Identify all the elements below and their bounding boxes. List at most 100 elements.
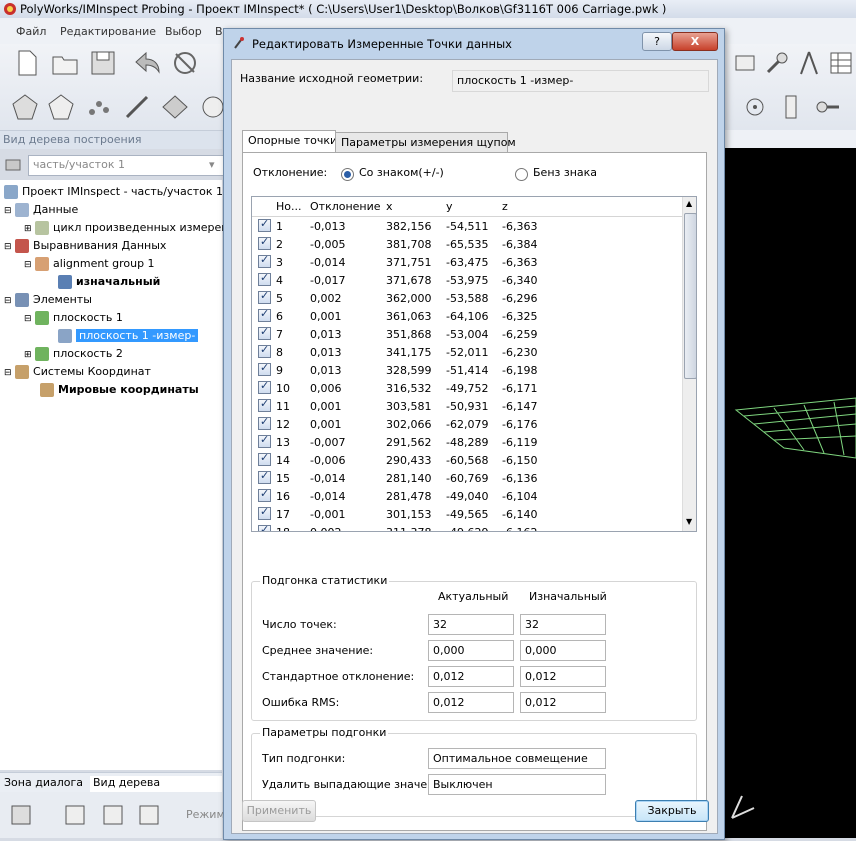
table-row[interactable]: 12 0,001 302,066 -62,079 -6,176 bbox=[252, 415, 682, 433]
table-row[interactable]: 15 -0,014 281,140 -60,769 -6,136 bbox=[252, 469, 682, 487]
stats-mean-initial: 0,000 bbox=[520, 640, 606, 661]
col-y[interactable]: y bbox=[446, 200, 453, 213]
tree-item-coordinate-systems[interactable]: ⊟ Системы Координат bbox=[4, 365, 151, 381]
radio-signed[interactable] bbox=[341, 168, 354, 181]
col-no[interactable]: Но... bbox=[276, 200, 302, 213]
menu-view[interactable]: В bbox=[215, 25, 223, 38]
table-row[interactable]: 14 -0,006 290,433 -60,568 -6,150 bbox=[252, 451, 682, 469]
col-deviation[interactable]: Отклонение bbox=[310, 200, 381, 213]
cell-no: 10 bbox=[276, 382, 290, 395]
table-row[interactable]: 9 0,013 328,599 -51,414 -6,198 bbox=[252, 361, 682, 379]
row-checkbox[interactable] bbox=[258, 523, 271, 531]
row-checkbox[interactable] bbox=[258, 271, 271, 286]
row-checkbox[interactable] bbox=[258, 451, 271, 466]
probe-icon[interactable] bbox=[730, 48, 760, 78]
row-checkbox[interactable] bbox=[258, 361, 271, 376]
table-row[interactable]: 18 0,002 311,378 -49,629 -6,162 bbox=[252, 523, 682, 531]
tab-dialog-zone[interactable]: Зона диалога bbox=[4, 776, 83, 789]
tree-item-data[interactable]: ⊟ Данные bbox=[4, 203, 78, 219]
col-x[interactable]: x bbox=[386, 200, 393, 213]
scroll-up-icon[interactable]: ▲ bbox=[686, 199, 692, 208]
table-icon[interactable] bbox=[826, 48, 856, 78]
row-checkbox[interactable] bbox=[258, 415, 271, 430]
tree-item-plane-1-measured[interactable]: плоскость 1 -измер- bbox=[58, 329, 199, 345]
table-row[interactable]: 4 -0,017 371,678 -53,975 -6,340 bbox=[252, 271, 682, 289]
open-folder-icon[interactable] bbox=[50, 48, 80, 78]
row-checkbox[interactable] bbox=[258, 307, 271, 322]
report-mode-icon[interactable] bbox=[134, 800, 164, 830]
apply-button[interactable]: Применить bbox=[242, 800, 316, 822]
edit-mode-icon[interactable] bbox=[60, 800, 90, 830]
row-checkbox[interactable] bbox=[258, 487, 271, 502]
tree-item-alignments[interactable]: ⊟ Выравнивания Данных bbox=[4, 239, 166, 255]
save-icon[interactable] bbox=[88, 48, 118, 78]
tree-item-initial[interactable]: изначальный bbox=[58, 275, 160, 291]
tree-item-alignment-group[interactable]: ⊟ alignment group 1 bbox=[24, 257, 155, 273]
row-checkbox[interactable] bbox=[258, 469, 271, 484]
compass-icon[interactable] bbox=[794, 48, 824, 78]
key-icon[interactable] bbox=[812, 92, 842, 122]
tree-item-project[interactable]: Проект IMInspect - часть/участок 1 bbox=[4, 185, 223, 201]
plane-icon[interactable] bbox=[160, 92, 190, 122]
undo-icon[interactable] bbox=[132, 48, 162, 78]
menu-select[interactable]: Выбор bbox=[165, 25, 202, 38]
radio-unsigned[interactable] bbox=[515, 168, 528, 181]
cell-no: 17 bbox=[276, 508, 290, 521]
row-checkbox[interactable] bbox=[258, 253, 271, 268]
stats-point-count-label: Число точек: bbox=[262, 618, 337, 631]
row-checkbox[interactable] bbox=[258, 433, 271, 448]
measure-tool-2-icon[interactable] bbox=[46, 92, 76, 122]
3d-viewport[interactable] bbox=[724, 148, 856, 838]
probe-mode-icon[interactable] bbox=[6, 800, 36, 830]
table-row[interactable]: 17 -0,001 301,153 -49,565 -6,140 bbox=[252, 505, 682, 523]
tool-mode-icon[interactable] bbox=[98, 800, 128, 830]
table-row[interactable]: 2 -0,005 381,708 -65,535 -6,384 bbox=[252, 235, 682, 253]
grid-scrollbar[interactable]: ▲ ▼ bbox=[682, 197, 696, 531]
row-checkbox[interactable] bbox=[258, 217, 271, 232]
row-checkbox[interactable] bbox=[258, 505, 271, 520]
row-checkbox[interactable] bbox=[258, 379, 271, 394]
tree-item-plane-1[interactable]: ⊟ плоскость 1 bbox=[24, 311, 123, 327]
target-icon[interactable] bbox=[740, 92, 770, 122]
table-row[interactable]: 6 0,001 361,063 -64,106 -6,325 bbox=[252, 307, 682, 325]
wrench-icon[interactable] bbox=[762, 48, 792, 78]
scroll-down-icon[interactable]: ▼ bbox=[686, 517, 692, 526]
ruler-icon[interactable] bbox=[776, 92, 806, 122]
row-checkbox[interactable] bbox=[258, 397, 271, 412]
row-checkbox[interactable] bbox=[258, 343, 271, 358]
table-row[interactable]: 7 0,013 351,868 -53,004 -6,259 bbox=[252, 325, 682, 343]
close-icon[interactable]: X bbox=[672, 32, 718, 51]
tree-item-world-coords[interactable]: Мировые координаты bbox=[40, 383, 199, 399]
points-icon[interactable] bbox=[84, 92, 114, 122]
cell-y: -53,004 bbox=[446, 328, 489, 341]
measure-tool-1-icon[interactable] bbox=[10, 92, 40, 122]
tab-reference-points[interactable]: Опорные точки bbox=[242, 130, 337, 152]
tree-item-measure-cycle[interactable]: ⊞ цикл произведенных измерени bbox=[24, 221, 236, 237]
row-checkbox[interactable] bbox=[258, 325, 271, 340]
table-row[interactable]: 8 0,013 341,175 -52,011 -6,230 bbox=[252, 343, 682, 361]
tab-probe-params[interactable]: Параметры измерения щупом bbox=[335, 132, 516, 152]
menu-file[interactable]: Файл bbox=[16, 25, 46, 38]
help-button[interactable]: ? bbox=[642, 32, 672, 51]
chevron-down-icon[interactable]: ▾ bbox=[209, 158, 215, 171]
table-row[interactable]: 5 0,002 362,000 -53,588 -6,296 bbox=[252, 289, 682, 307]
cell-x: 303,581 bbox=[386, 400, 432, 413]
row-checkbox[interactable] bbox=[258, 235, 271, 250]
table-row[interactable]: 16 -0,014 281,478 -49,040 -6,104 bbox=[252, 487, 682, 505]
table-row[interactable]: 13 -0,007 291,562 -48,289 -6,119 bbox=[252, 433, 682, 451]
table-row[interactable]: 1 -0,013 382,156 -54,511 -6,363 bbox=[252, 217, 682, 235]
col-z[interactable]: z bbox=[502, 200, 508, 213]
menu-edit[interactable]: Редактирование bbox=[60, 25, 156, 38]
tree-item-plane-2[interactable]: ⊞ плоскость 2 bbox=[24, 347, 123, 363]
part-selector-combo[interactable]: часть/участок 1 ▾ bbox=[28, 155, 224, 176]
table-row[interactable]: 11 0,001 303,581 -50,931 -6,147 bbox=[252, 397, 682, 415]
row-checkbox[interactable] bbox=[258, 289, 271, 304]
table-row[interactable]: 10 0,006 316,532 -49,752 -6,171 bbox=[252, 379, 682, 397]
scroll-thumb[interactable] bbox=[684, 213, 696, 379]
tree-item-elements[interactable]: ⊟ Элементы bbox=[4, 293, 92, 309]
line-icon[interactable] bbox=[122, 92, 152, 122]
close-button[interactable]: Закрыть bbox=[635, 800, 709, 822]
new-file-icon[interactable] bbox=[12, 48, 42, 78]
table-row[interactable]: 3 -0,014 371,751 -63,475 -6,363 bbox=[252, 253, 682, 271]
reset-icon[interactable] bbox=[170, 48, 200, 78]
